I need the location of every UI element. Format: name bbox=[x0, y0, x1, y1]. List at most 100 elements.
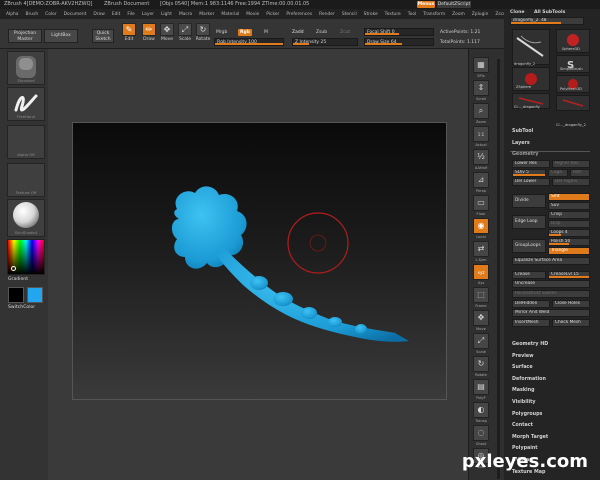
smt-toggle[interactable]: Smt bbox=[548, 193, 590, 201]
insert-mesh-button[interactable]: InsertMesh bbox=[512, 319, 550, 327]
menus-toggle-button[interactable]: Menus bbox=[417, 1, 435, 8]
del-lower-button[interactable]: Del Lower bbox=[512, 178, 550, 186]
menu-item-color[interactable]: Color bbox=[45, 12, 56, 17]
texture-selector[interactable]: Texture Off bbox=[7, 163, 45, 197]
menu-item-transform[interactable]: Transform bbox=[423, 12, 445, 17]
shelf-floor-button[interactable]: ▭ bbox=[473, 195, 489, 211]
cage-button[interactable]: Cage bbox=[548, 169, 568, 177]
projection-master-button[interactable]: Projection Master bbox=[8, 29, 42, 43]
suv-toggle[interactable]: Suv bbox=[548, 202, 590, 210]
focal-shift-slider[interactable]: Focal Shift 0 bbox=[364, 28, 434, 36]
m-toggle[interactable]: M bbox=[264, 30, 268, 35]
menu-item-texture[interactable]: Texture bbox=[385, 12, 401, 17]
shelf-xyz-button[interactable]: xyz bbox=[473, 264, 489, 280]
menu-item-alpha[interactable]: Alpha bbox=[6, 12, 18, 17]
menu-item-zoom[interactable]: Zoom bbox=[452, 12, 465, 17]
del-higher-button[interactable]: Del Higher bbox=[552, 178, 590, 186]
disp-toggle[interactable]: Disp bbox=[548, 220, 590, 228]
zadd-toggle[interactable]: Zadd bbox=[292, 30, 304, 35]
edit-mode-button[interactable]: ✎ Edit bbox=[120, 23, 138, 45]
higher-res-button[interactable]: Higher Res bbox=[552, 160, 590, 168]
shelf-l-sym-button[interactable]: ⇄ bbox=[473, 241, 489, 257]
section-visibility[interactable]: Visibility bbox=[512, 400, 536, 405]
divide-button[interactable]: Divide bbox=[512, 194, 546, 208]
all-subtools-button[interactable]: All SubTools bbox=[534, 10, 565, 15]
crisp-toggle[interactable]: Crisp bbox=[548, 211, 590, 219]
menu-item-stencil[interactable]: Stencil bbox=[342, 12, 357, 17]
check-mesh-button[interactable]: Check Mesh bbox=[552, 319, 590, 327]
shelf-move-button[interactable]: ✥ bbox=[473, 310, 489, 326]
tool-thumb-dragonfly[interactable] bbox=[512, 29, 550, 65]
shelf-persp-button[interactable]: ⊿ bbox=[473, 172, 489, 188]
loops-slider[interactable]: Loops 4 bbox=[548, 229, 590, 237]
section-polygroups[interactable]: Polygroups bbox=[512, 412, 542, 417]
menu-item-draw[interactable]: Draw bbox=[93, 12, 104, 17]
section-masking[interactable]: Masking bbox=[512, 388, 535, 393]
shelf-zoom-button[interactable]: ⌕ bbox=[473, 103, 489, 119]
tool-thumb-clone-2[interactable] bbox=[556, 95, 590, 111]
section-morph-target[interactable]: Morph Target bbox=[512, 435, 548, 440]
scale-mode-button[interactable]: ⤢ Scale bbox=[176, 23, 194, 45]
shelf-spix-button[interactable]: ▦ bbox=[473, 57, 489, 73]
gradient-label[interactable]: Gradient bbox=[8, 277, 28, 282]
rstr-button[interactable]: Rstr bbox=[570, 169, 590, 177]
shelf-ghost-button[interactable]: ◌ bbox=[473, 425, 489, 441]
quick-sketch-button[interactable]: Quick Sketch bbox=[92, 29, 114, 43]
menu-item-zplugin[interactable]: Zplugin bbox=[472, 12, 489, 17]
shelf-frame-button[interactable]: ⬚ bbox=[473, 287, 489, 303]
zsub-toggle[interactable]: Zsub bbox=[316, 30, 327, 35]
zcut-toggle[interactable]: Zcut bbox=[340, 30, 350, 35]
menu-item-stroke[interactable]: Stroke bbox=[364, 12, 378, 17]
shelf-local-button[interactable]: ◉ bbox=[473, 218, 489, 234]
primary-color-swatch[interactable] bbox=[8, 287, 24, 303]
edge-loop-button[interactable]: Edge Loop bbox=[512, 215, 546, 229]
move-mode-button[interactable]: ✥ Move bbox=[158, 23, 176, 45]
mrgb-toggle[interactable]: Mrgb bbox=[216, 30, 227, 35]
draw-mode-button[interactable]: ✏ Draw bbox=[140, 23, 158, 45]
section-geometry-hd[interactable]: Geometry HD bbox=[512, 342, 548, 347]
switchcolor-button[interactable]: SwitchColor bbox=[8, 305, 35, 310]
viewport-canvas[interactable] bbox=[72, 122, 447, 400]
menu-item-tool[interactable]: Tool bbox=[408, 12, 417, 17]
rgb-toggle[interactable]: Rgb bbox=[238, 29, 252, 36]
sdiv-slider[interactable]: SDiv 5 bbox=[512, 169, 546, 177]
current-tool-slider[interactable]: dragonfly_2. 48 bbox=[510, 17, 584, 25]
creaselvl-slider[interactable]: CreaseLvl 15 bbox=[548, 271, 590, 279]
geometry-section[interactable]: Geometry bbox=[512, 152, 539, 157]
alpha-selector[interactable]: Alpha Off bbox=[7, 125, 45, 159]
lightbox-button[interactable]: LightBox bbox=[44, 29, 78, 43]
reconstruct-subdiv-button[interactable]: Reconstruct Subdiv bbox=[512, 290, 590, 298]
triangle-toggle[interactable]: Triangle bbox=[548, 247, 590, 255]
z-intensity-slider[interactable]: Z Intensity 25 bbox=[292, 38, 358, 46]
lower-res-button[interactable]: Lower Res bbox=[512, 160, 550, 168]
rgb-intensity-slider[interactable]: Rgb Intensity 100 bbox=[214, 38, 284, 46]
mirror-and-weld-button[interactable]: Mirror And Weld bbox=[512, 309, 590, 317]
menu-item-movie[interactable]: Movie bbox=[246, 12, 259, 17]
menu-item-marker[interactable]: Marker bbox=[199, 12, 214, 17]
shelf-rotate-button[interactable]: ↻ bbox=[473, 356, 489, 372]
menu-item-macro[interactable]: Macro bbox=[179, 12, 192, 17]
section-deformation[interactable]: Deformation bbox=[512, 377, 546, 382]
menu-item-preferences[interactable]: Preferences bbox=[286, 12, 312, 17]
menu-item-picker[interactable]: Picker bbox=[266, 12, 279, 17]
menu-item-light[interactable]: Light bbox=[161, 12, 172, 17]
shelf-transp-button[interactable]: ◐ bbox=[473, 402, 489, 418]
menu-item-edit[interactable]: Edit bbox=[112, 12, 121, 17]
default-zscript-button[interactable]: DefaultZScript bbox=[437, 1, 471, 8]
menu-item-material[interactable]: Material bbox=[221, 12, 239, 17]
shelf-aahalf-button[interactable]: ½ bbox=[473, 149, 489, 165]
shelf-scrollbar[interactable] bbox=[497, 59, 500, 479]
uncrease-button[interactable]: Uncrease bbox=[512, 280, 590, 288]
draw-size-slider[interactable]: Draw Size 64 bbox=[364, 38, 434, 46]
section-surface[interactable]: Surface bbox=[512, 365, 533, 370]
shelf-actual-button[interactable]: 1:1 bbox=[473, 126, 489, 142]
layers-section[interactable]: Layers bbox=[512, 141, 530, 146]
menu-item-layer[interactable]: Layer bbox=[142, 12, 154, 17]
close-holes-button[interactable]: Close Holes bbox=[552, 300, 590, 308]
clone-button[interactable]: Clone bbox=[510, 10, 525, 15]
menu-item-file[interactable]: File bbox=[127, 12, 134, 17]
menu-item-brush[interactable]: Brush bbox=[25, 12, 38, 17]
brush-selector[interactable]: Standard bbox=[7, 51, 45, 85]
equalize-surface-area-button[interactable]: Equalize Surface Area bbox=[512, 257, 590, 265]
material-selector[interactable]: SkinShade4 bbox=[7, 199, 45, 237]
